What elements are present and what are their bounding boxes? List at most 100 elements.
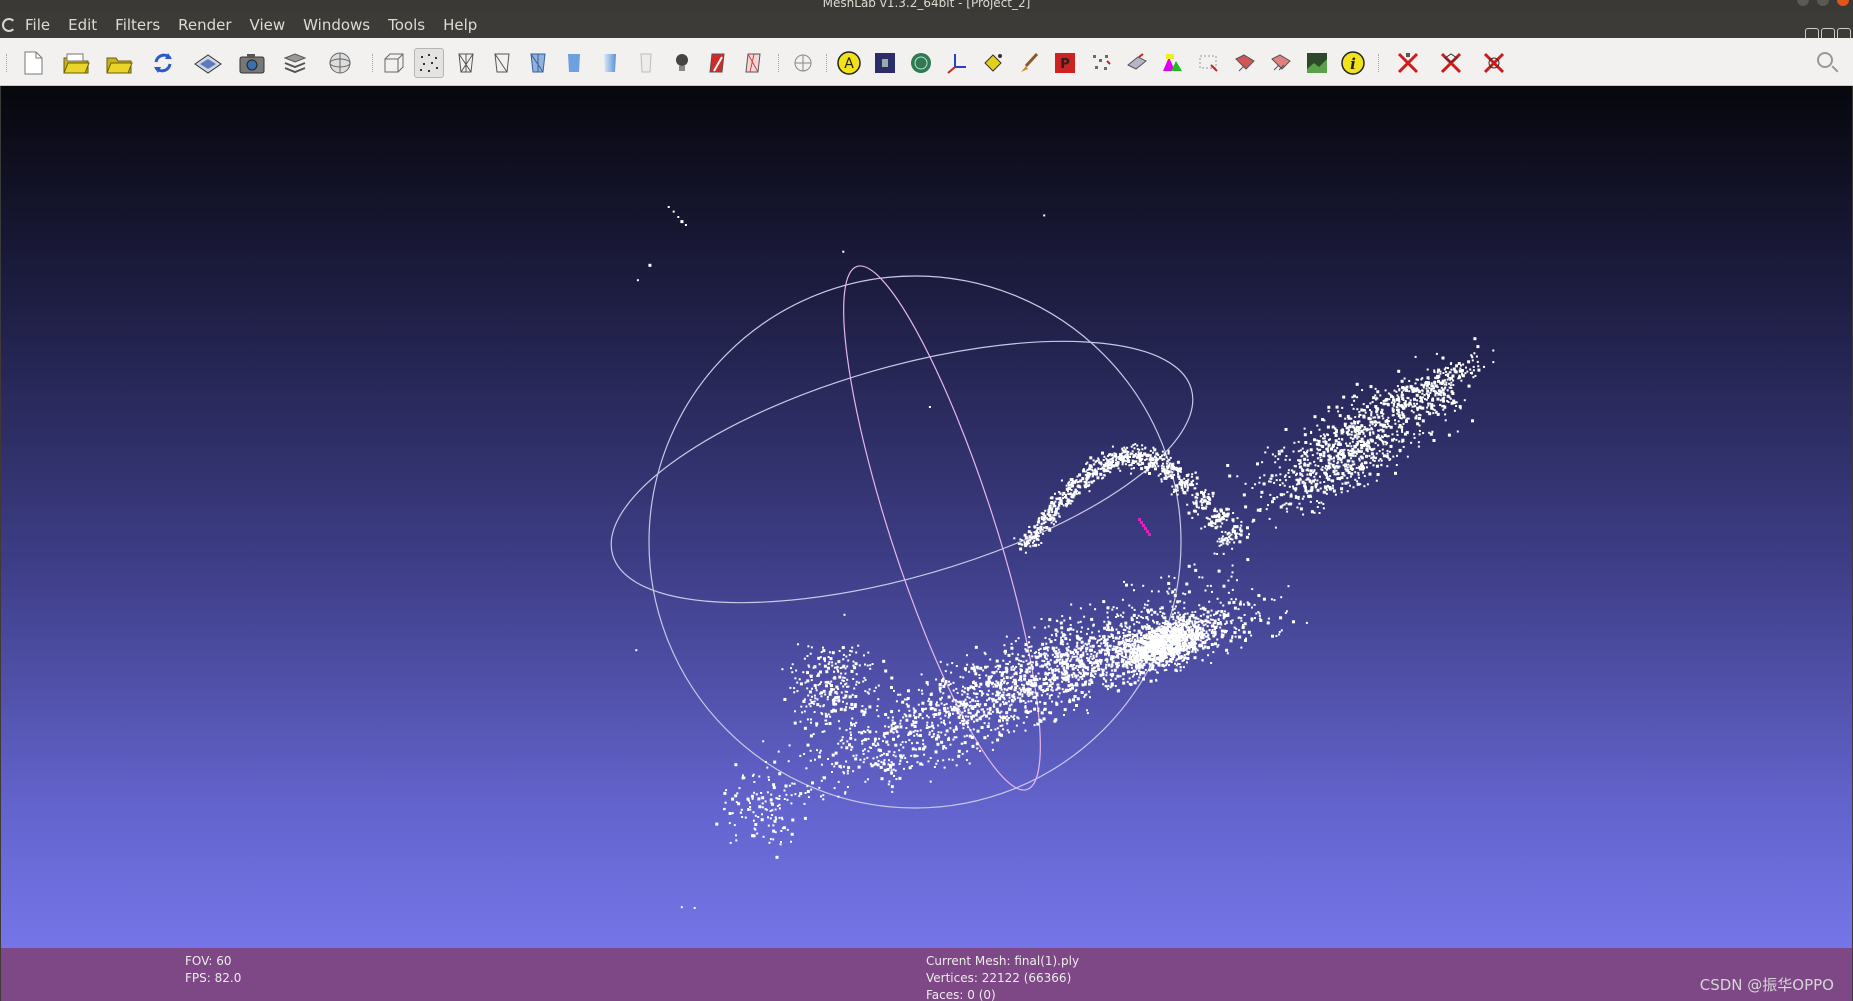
menu-edit[interactable]: Edit	[59, 12, 106, 38]
delete-vertices-button[interactable]	[1393, 48, 1423, 78]
point	[980, 690, 983, 693]
point	[1363, 426, 1366, 429]
point	[1024, 710, 1027, 713]
texture-button[interactable]	[631, 48, 661, 78]
point	[1091, 469, 1094, 472]
select-faces-button[interactable]	[1230, 48, 1260, 78]
close-window-icon[interactable]	[1837, 0, 1849, 6]
point	[1014, 640, 1017, 643]
point	[1310, 510, 1314, 514]
point	[1203, 499, 1207, 503]
menu-view[interactable]: View	[241, 12, 295, 38]
point	[1191, 516, 1194, 519]
align-button[interactable]	[1086, 48, 1116, 78]
snapshot-button[interactable]	[237, 48, 267, 78]
point	[1159, 659, 1162, 663]
open-project-button[interactable]	[61, 48, 91, 78]
wireframe-button[interactable]	[451, 48, 481, 78]
menu-file[interactable]: File	[16, 12, 59, 38]
menu-render[interactable]: Render	[169, 12, 240, 38]
trackball-button[interactable]	[325, 48, 355, 78]
point	[1350, 449, 1353, 452]
point	[1000, 688, 1003, 691]
point	[1277, 450, 1280, 453]
layers-button[interactable]	[280, 48, 310, 78]
point	[833, 765, 836, 768]
point	[1046, 693, 1049, 696]
point	[1336, 458, 1339, 461]
colorize-button[interactable]	[1158, 48, 1188, 78]
point	[1083, 615, 1086, 618]
trackball-gizmo[interactable]	[584, 250, 1221, 809]
info-button[interactable]: i	[1338, 48, 1368, 78]
point	[885, 753, 889, 756]
paint-brush-button[interactable]	[1014, 48, 1044, 78]
point	[1271, 634, 1274, 638]
point	[1193, 563, 1196, 566]
pickpoints-button[interactable]: P	[1050, 48, 1080, 78]
point	[1028, 539, 1031, 542]
point	[951, 662, 954, 665]
flat-lines-button[interactable]	[523, 48, 553, 78]
shader-button[interactable]	[870, 48, 900, 78]
menu-tools[interactable]: Tools	[379, 12, 434, 38]
save-button[interactable]	[193, 48, 223, 78]
point	[1112, 637, 1115, 639]
point	[1157, 637, 1160, 640]
point	[1186, 487, 1189, 490]
search-icon[interactable]	[1817, 52, 1833, 68]
menu-filters[interactable]: Filters	[106, 12, 169, 38]
point	[1372, 396, 1376, 400]
backface-button[interactable]	[703, 48, 733, 78]
point	[1086, 712, 1089, 715]
point	[1355, 382, 1359, 386]
paint-bucket-button[interactable]	[978, 48, 1008, 78]
select-vertices-button[interactable]	[1194, 48, 1224, 78]
delete-all-button[interactable]	[1479, 48, 1509, 78]
point	[1332, 489, 1336, 493]
reload-button[interactable]	[148, 48, 178, 78]
menu-help[interactable]: Help	[434, 12, 486, 38]
point	[1225, 648, 1229, 652]
hidden-lines-button[interactable]	[487, 48, 517, 78]
measure-button[interactable]	[1122, 48, 1152, 78]
point	[1221, 522, 1224, 525]
point	[1188, 615, 1191, 618]
smooth-button[interactable]	[595, 48, 625, 78]
flat-button[interactable]	[559, 48, 589, 78]
point	[1218, 544, 1221, 547]
point	[971, 744, 975, 748]
minimize-window-icon[interactable]	[1797, 0, 1809, 6]
two-side-button[interactable]	[739, 48, 769, 78]
axis-button[interactable]	[942, 48, 972, 78]
points-button[interactable]	[414, 48, 444, 78]
point	[1322, 503, 1325, 505]
3d-viewport[interactable]	[1, 86, 1852, 948]
maximize-window-icon[interactable]	[1817, 0, 1829, 6]
texture-map-button[interactable]	[906, 48, 936, 78]
bounding-box-button[interactable]	[379, 48, 409, 78]
point	[880, 761, 883, 764]
new-project-button[interactable]	[18, 48, 48, 78]
delete-faces-button[interactable]	[1436, 48, 1466, 78]
point	[1335, 454, 1338, 457]
menu-windows[interactable]: Windows	[294, 12, 379, 38]
point	[837, 720, 840, 723]
annotation-button[interactable]: A	[834, 48, 864, 78]
point	[933, 708, 937, 712]
light-button[interactable]	[667, 48, 697, 78]
point	[1118, 653, 1121, 656]
point	[936, 701, 938, 704]
select-connected-button[interactable]	[1266, 48, 1296, 78]
point	[1128, 644, 1131, 647]
decorate-axis-button[interactable]	[788, 48, 818, 78]
point	[999, 698, 1002, 701]
point	[883, 768, 887, 772]
point	[1019, 664, 1023, 668]
raster-button[interactable]	[1302, 48, 1332, 78]
point	[943, 703, 946, 706]
point	[1058, 501, 1062, 505]
point	[1122, 611, 1125, 614]
import-mesh-button[interactable]	[104, 48, 134, 78]
point	[1147, 599, 1150, 602]
